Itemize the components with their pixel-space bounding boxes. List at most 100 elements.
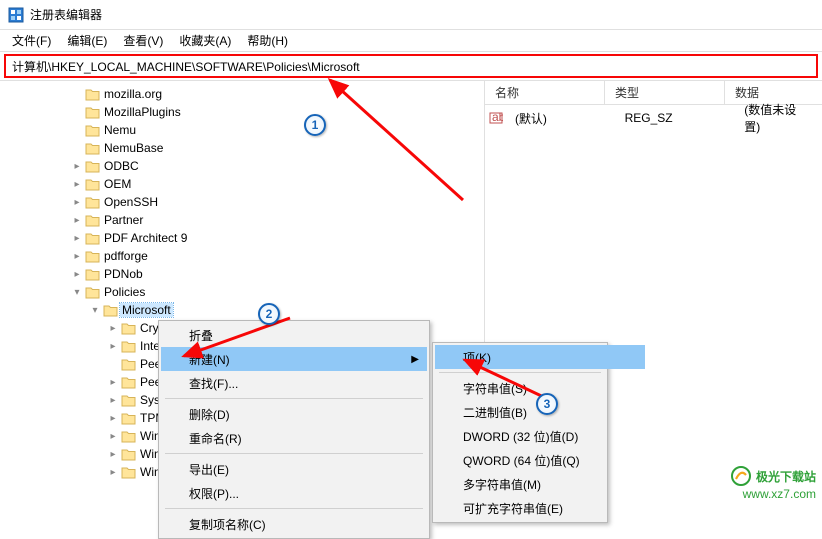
folder-icon xyxy=(120,321,136,335)
tree-twisty-icon[interactable]: ▸ xyxy=(106,341,120,352)
col-type[interactable]: 类型 xyxy=(605,81,725,104)
cm-new-multistring[interactable]: 多字符串值(M) xyxy=(435,472,645,496)
folder-icon xyxy=(84,213,100,227)
values-body[interactable]: ab (默认) REG_SZ (数值未设置) xyxy=(485,105,822,131)
tree-item[interactable]: ▸ pdfforge xyxy=(0,247,484,265)
value-row[interactable]: ab (默认) REG_SZ (数值未设置) xyxy=(489,109,818,127)
regedit-icon xyxy=(8,7,24,23)
folder-icon xyxy=(120,339,136,353)
col-name[interactable]: 名称 xyxy=(485,81,605,104)
string-value-icon: ab xyxy=(489,111,505,125)
tree-label: MozillaPlugins xyxy=(102,105,183,119)
folder-icon xyxy=(84,105,100,119)
tree-item[interactable]: ▸ PDNob xyxy=(0,265,484,283)
tree-twisty-icon[interactable]: ▸ xyxy=(70,269,84,280)
address-input[interactable] xyxy=(6,57,816,75)
value-data: (数值未设置) xyxy=(738,101,818,135)
folder-icon xyxy=(84,177,100,191)
tree-item[interactable]: Nemu xyxy=(0,121,484,139)
cm-delete[interactable]: 删除(D) xyxy=(161,402,427,426)
tree-label: Nemu xyxy=(102,123,138,137)
tree-twisty-icon[interactable]: ▸ xyxy=(70,197,84,208)
tree-twisty-icon[interactable]: ▸ xyxy=(106,413,120,424)
tree-item[interactable]: NemuBase xyxy=(0,139,484,157)
submenu-arrow-icon: ▶ xyxy=(411,354,419,365)
tree-twisty-icon[interactable]: ▸ xyxy=(70,215,84,226)
tree-label: mozilla.org xyxy=(102,87,164,101)
address-bar-container xyxy=(4,54,818,78)
cm-rename[interactable]: 重命名(R) xyxy=(161,426,427,450)
watermark-url: www.xz7.com xyxy=(730,487,816,501)
menu-edit[interactable]: 编辑(E) xyxy=(59,30,115,51)
folder-icon xyxy=(120,375,136,389)
folder-icon xyxy=(120,429,136,443)
cm-new-dword[interactable]: DWORD (32 位)值(D) xyxy=(435,424,645,448)
cm-separator xyxy=(165,453,423,454)
tree-label: OpenSSH xyxy=(102,195,160,209)
cm-new-qword[interactable]: QWORD (64 位)值(Q) xyxy=(435,448,645,472)
tree-twisty-icon[interactable]: ▸ xyxy=(106,323,120,334)
tree-label: OEM xyxy=(102,177,133,191)
cm-new-expandstring[interactable]: 可扩充字符串值(E) xyxy=(435,496,645,520)
tree-item[interactable]: MozillaPlugins xyxy=(0,103,484,121)
tree-item[interactable]: ▸ OpenSSH xyxy=(0,193,484,211)
tree-twisty-icon[interactable]: ▸ xyxy=(70,179,84,190)
tree-item[interactable]: ▸ PDF Architect 9 xyxy=(0,229,484,247)
tree-twisty-icon[interactable]: ▸ xyxy=(70,161,84,172)
folder-icon xyxy=(120,357,136,371)
context-menu-key: 折叠 新建(N) ▶ 查找(F)... 删除(D) 重命名(R) 导出(E) 权… xyxy=(158,320,430,539)
tree-twisty-icon[interactable]: ▾ xyxy=(70,287,84,298)
annotation-callout-2: 2 xyxy=(258,303,280,325)
folder-icon xyxy=(84,231,100,245)
tree-twisty-icon[interactable]: ▸ xyxy=(106,467,120,478)
cm-find[interactable]: 查找(F)... xyxy=(161,371,427,395)
tree-twisty-icon[interactable]: ▸ xyxy=(106,449,120,460)
tree-item[interactable]: ▾Microsoft xyxy=(0,301,484,319)
tree-item[interactable]: ▸ OEM xyxy=(0,175,484,193)
folder-icon xyxy=(120,447,136,461)
folder-icon xyxy=(84,159,100,173)
cm-collapse[interactable]: 折叠 xyxy=(161,323,427,347)
watermark: 极光下载站 www.xz7.com xyxy=(730,465,816,501)
menubar: 文件(F) 编辑(E) 查看(V) 收藏夹(A) 帮助(H) xyxy=(0,30,822,52)
tree-twisty-icon[interactable]: ▸ xyxy=(106,377,120,388)
tree-label: PDF Architect 9 xyxy=(102,231,189,245)
tree-label: pdfforge xyxy=(102,249,150,263)
folder-icon xyxy=(84,285,100,299)
folder-icon xyxy=(120,465,136,479)
folder-icon xyxy=(120,393,136,407)
tree-twisty-icon[interactable]: ▾ xyxy=(88,305,102,316)
tree-twisty-icon[interactable]: ▸ xyxy=(106,431,120,442)
cm-separator xyxy=(439,372,601,373)
watermark-brand: 极光下载站 xyxy=(730,465,816,487)
menu-favorites[interactable]: 收藏夹(A) xyxy=(171,30,239,51)
watermark-logo-icon xyxy=(730,465,752,487)
cm-export[interactable]: 导出(E) xyxy=(161,457,427,481)
value-type: REG_SZ xyxy=(619,111,739,125)
tree-label: ODBC xyxy=(102,159,141,173)
tree-item[interactable]: mozilla.org xyxy=(0,85,484,103)
annotation-callout-3: 3 xyxy=(536,393,558,415)
tree-label: PDNob xyxy=(102,267,145,281)
menu-view[interactable]: 查看(V) xyxy=(115,30,171,51)
menu-file[interactable]: 文件(F) xyxy=(4,30,59,51)
svg-text:ab: ab xyxy=(492,111,503,124)
tree-twisty-icon[interactable]: ▸ xyxy=(70,251,84,262)
folder-icon xyxy=(84,141,100,155)
cm-new[interactable]: 新建(N) ▶ xyxy=(161,347,427,371)
tree-label: Partner xyxy=(102,213,145,227)
tree-twisty-icon[interactable]: ▸ xyxy=(106,395,120,406)
annotation-callout-1: 1 xyxy=(304,114,326,136)
context-submenu-new: 项(K) 字符串值(S) 二进制值(B) DWORD (32 位)值(D) QW… xyxy=(432,342,608,523)
cm-new-key[interactable]: 项(K) xyxy=(435,345,645,369)
menu-help[interactable]: 帮助(H) xyxy=(239,30,296,51)
folder-icon xyxy=(120,411,136,425)
tree-item[interactable]: ▸ Partner xyxy=(0,211,484,229)
tree-twisty-icon[interactable]: ▸ xyxy=(70,233,84,244)
folder-icon xyxy=(84,87,100,101)
cm-separator xyxy=(165,398,423,399)
cm-copy-key-name[interactable]: 复制项名称(C) xyxy=(161,512,427,536)
tree-item[interactable]: ▾Policies xyxy=(0,283,484,301)
cm-permissions[interactable]: 权限(P)... xyxy=(161,481,427,505)
tree-item[interactable]: ▸ ODBC xyxy=(0,157,484,175)
